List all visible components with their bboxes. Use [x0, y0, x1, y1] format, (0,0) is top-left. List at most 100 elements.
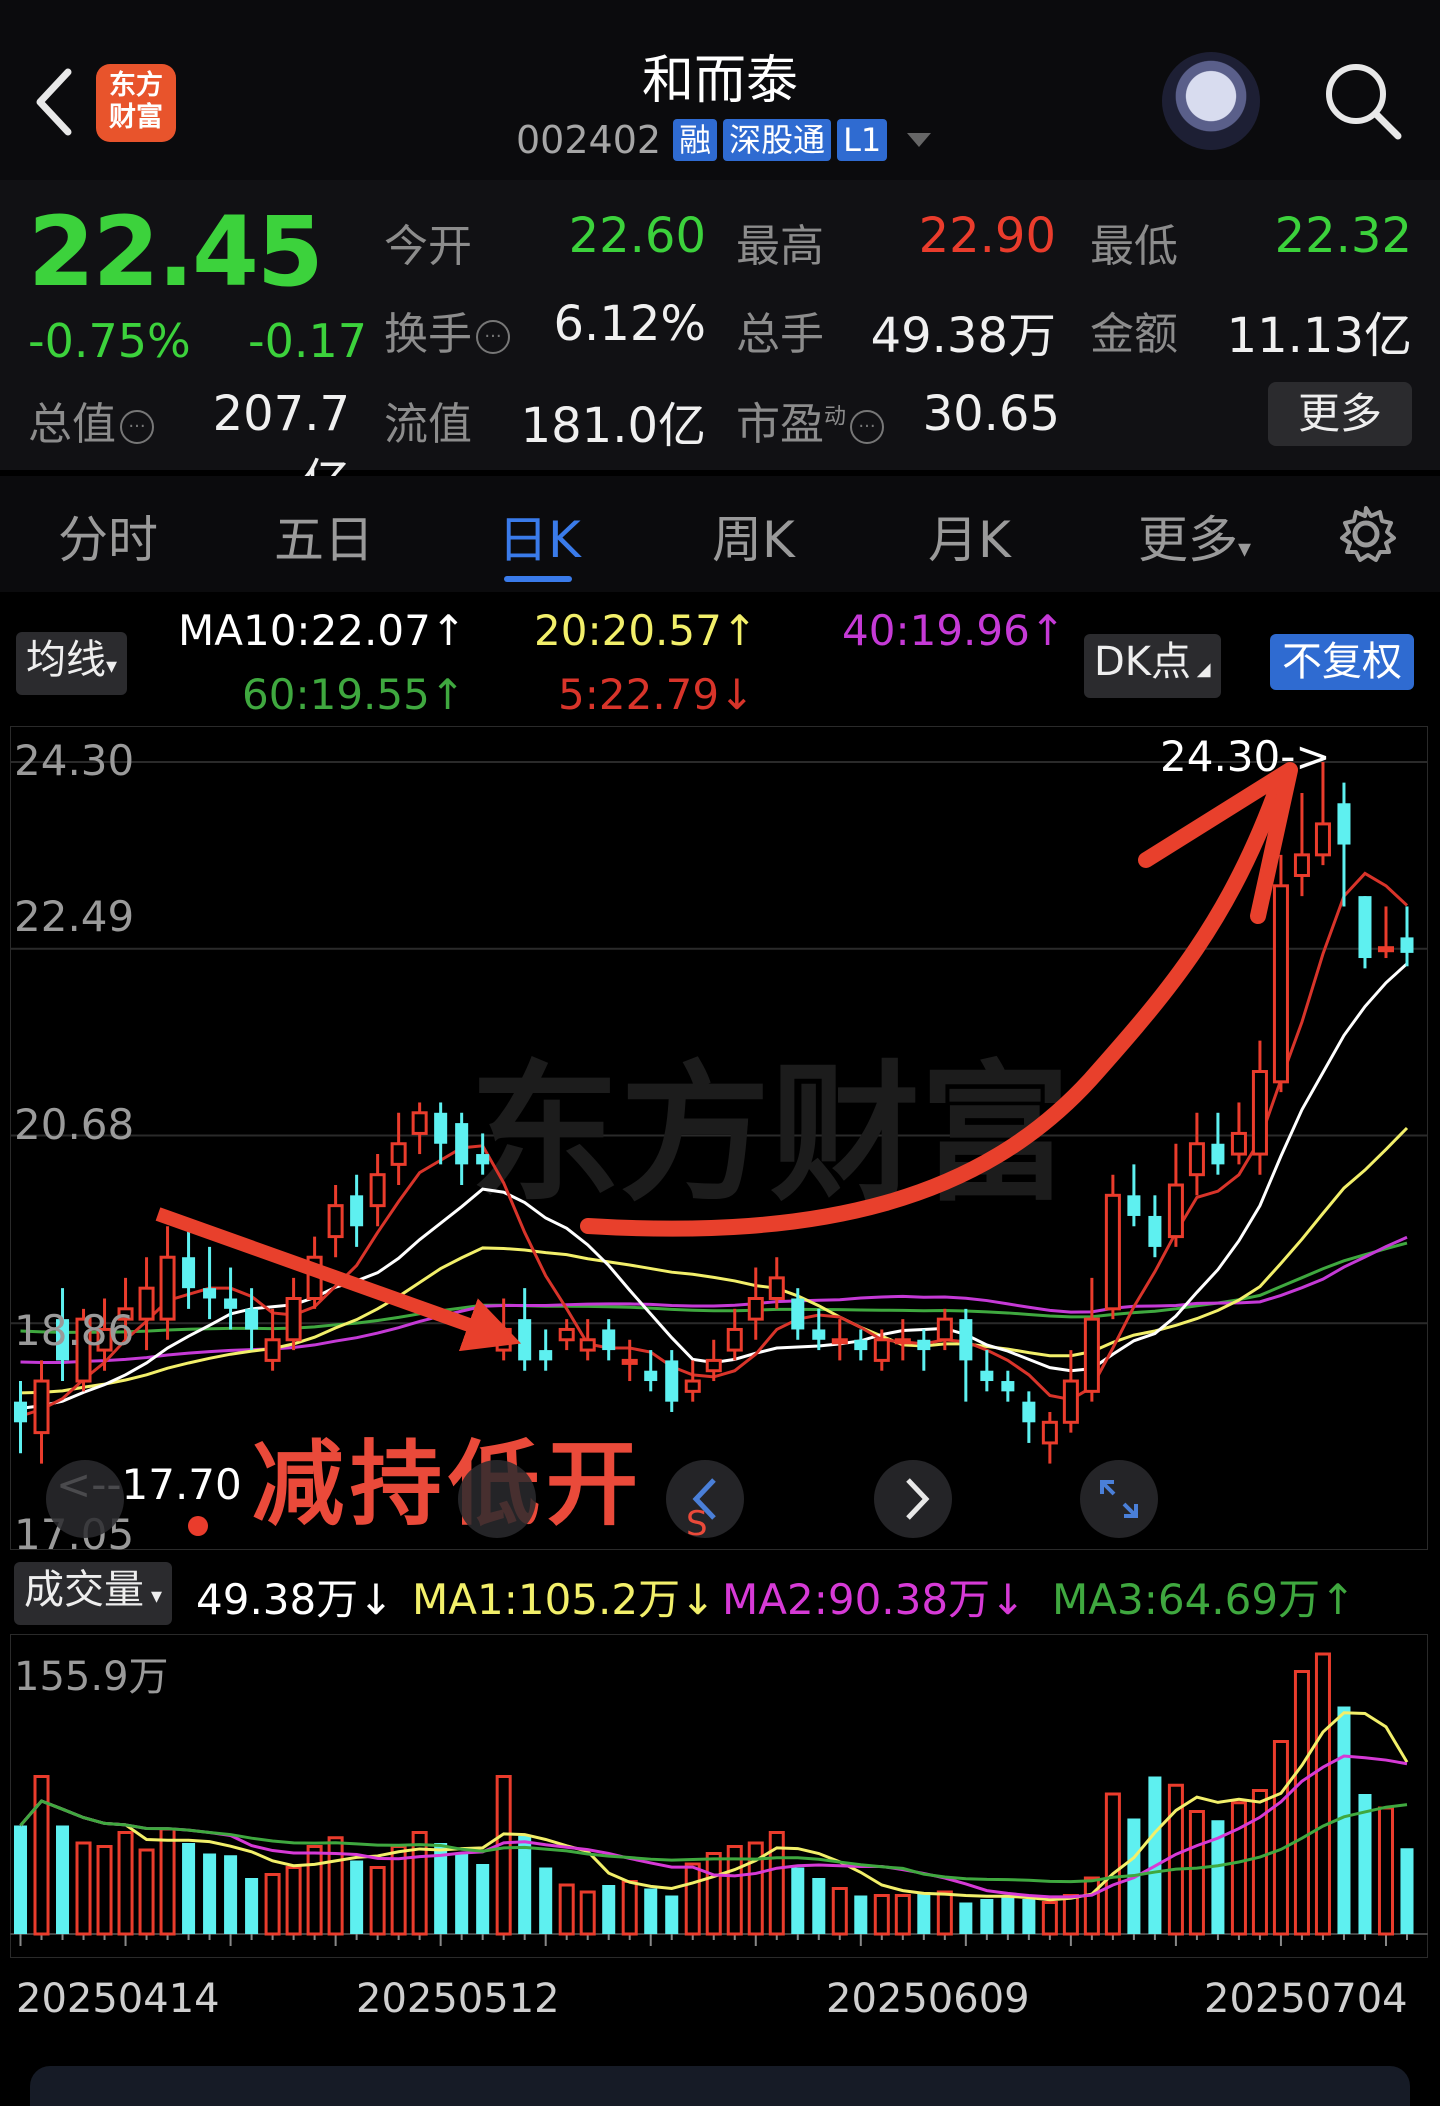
dk-point-button[interactable]: DK点 ◢ — [1084, 634, 1221, 698]
volume-bar-up — [1272, 1740, 1289, 1936]
ma40-value: 40:19.96↑ — [842, 606, 1066, 655]
corner-triangle-icon: ◢ — [1191, 659, 1211, 680]
low-value: 22.32 — [1274, 208, 1412, 264]
back-arrow-icon[interactable] — [28, 62, 80, 142]
ma-selector[interactable]: 均线▾ — [16, 632, 128, 695]
mcap-label[interactable]: 总值 ··· — [28, 388, 154, 452]
volume-bar-down — [812, 1878, 826, 1934]
turnover-value: 6.12% — [553, 296, 706, 352]
amount-label: 金额 — [1090, 309, 1178, 360]
dropdown-icon — [907, 133, 932, 147]
volume-bar-down — [1022, 1899, 1036, 1934]
active-tab-indicator — [504, 576, 572, 582]
info-icon: ··· — [476, 320, 510, 354]
chart-zoom-in-button[interactable] — [458, 1460, 536, 1538]
volume-bar-up — [1104, 1792, 1121, 1936]
settings-gear-icon[interactable] — [1336, 504, 1396, 564]
volume-bar-down — [980, 1899, 994, 1934]
volume-bar-up — [285, 1866, 302, 1936]
volume-bar-up — [831, 1887, 848, 1936]
assistant-robot-icon[interactable] — [1162, 52, 1260, 150]
date-label: 20250609 — [826, 1976, 1030, 2022]
down-arrow-annotation — [155, 1207, 522, 1352]
volume-bar-up — [936, 1890, 953, 1936]
tab-monthly-k[interactable]: 月K — [928, 500, 1011, 572]
volume-bar-down — [959, 1902, 973, 1934]
volume-bar-down — [518, 1836, 532, 1934]
volume-bar-down — [56, 1825, 70, 1934]
more-quote-button[interactable]: 更多 — [1268, 382, 1412, 446]
float-value: 181.0亿 — [520, 398, 706, 454]
high-label: 最高 — [736, 221, 824, 272]
float-label: 流值 — [384, 399, 472, 450]
tab-five-day[interactable]: 五日 — [274, 500, 374, 572]
volume-bar-down — [665, 1895, 679, 1934]
page-dot — [188, 1516, 208, 1536]
volume-bar-down — [203, 1853, 217, 1934]
volume-chart[interactable] — [10, 1634, 1428, 1958]
ma5-value: 5:22.79↓ — [558, 670, 755, 719]
volume-bar-up — [705, 1852, 722, 1936]
volume-label: 总手 — [736, 309, 824, 360]
date-label: 20250414 — [16, 1976, 220, 2022]
volume-selector-label: 成交量 — [24, 1567, 144, 1613]
turnover-label-text: 换手 — [384, 309, 472, 360]
ma10-value: MA10:22.07↑ — [178, 606, 466, 655]
volume-bar-up — [138, 1848, 155, 1936]
chart-zoom-out-button[interactable] — [46, 1460, 124, 1538]
open-value: 22.60 — [568, 208, 706, 264]
tab-daily-k[interactable]: 日K — [498, 500, 581, 572]
annotation-arrows — [155, 762, 1298, 1352]
caret-down-icon: ▾ — [1238, 534, 1252, 564]
bottom-panel-edge — [30, 2066, 1410, 2106]
volume-bar-down — [854, 1895, 868, 1934]
pe-label[interactable]: 市盈动 ··· — [736, 388, 885, 452]
volume-bar-up — [1377, 1806, 1394, 1936]
volume-bar-up — [873, 1894, 890, 1936]
pe-value: 30.65 — [922, 386, 1060, 442]
vol-ma2: MA2:90.38万↓ — [722, 1575, 1026, 1624]
volume-bar-up — [1041, 1901, 1058, 1936]
volume-bar-down — [455, 1853, 469, 1934]
change-percent: -0.75% — [28, 314, 191, 368]
volume-bar-up — [1251, 1789, 1268, 1936]
volume-bar-up — [96, 1845, 113, 1936]
expand-icon — [1100, 1480, 1138, 1518]
sell-marker: S — [686, 1504, 708, 1544]
volume-bar-down — [791, 1867, 805, 1934]
volume-bar-up — [1062, 1894, 1079, 1936]
mcap-label-text: 总值 — [28, 399, 116, 450]
volume-bar-up — [117, 1831, 134, 1936]
volume-axis-max: 155.9万 — [14, 1654, 169, 1700]
date-label: 20250512 — [356, 1976, 560, 2022]
tab-weekly-k[interactable]: 周K — [712, 500, 795, 572]
vol-ma1: MA1:105.2万↓ — [412, 1575, 716, 1624]
volume-selector[interactable]: 成交量 ▾ — [14, 1562, 173, 1625]
ma-selector-label: 均线 — [26, 637, 106, 683]
stock-name: 和而泰 — [641, 51, 798, 111]
stock-code-line[interactable]: 002402 融 深股通 L1 — [516, 118, 932, 162]
turnover-label[interactable]: 换手 ··· — [384, 298, 510, 362]
tab-intraday[interactable]: 分时 — [58, 500, 158, 572]
info-icon: ··· — [850, 410, 885, 444]
open-label: 今开 — [384, 221, 472, 272]
volume-bar-up — [306, 1845, 323, 1936]
volume-value: 49.38万↓ — [196, 1575, 394, 1624]
high-value: 22.90 — [918, 208, 1056, 264]
volume-bar-up — [75, 1841, 92, 1936]
search-icon[interactable] — [1320, 58, 1404, 142]
volume-bar-down — [1400, 1848, 1414, 1934]
caret-down-icon: ▾ — [106, 654, 118, 679]
volume-bar-down — [539, 1867, 553, 1934]
amount-value: 11.13亿 — [1226, 308, 1412, 364]
vol-ma3: MA3:64.69万↑ — [1052, 1575, 1356, 1624]
app-logo[interactable]: 东方 财富 — [96, 64, 176, 142]
adjust-toggle[interactable]: 不复权 — [1270, 634, 1414, 690]
volume-bar-up — [579, 1890, 596, 1936]
volume-bar-up — [1083, 1876, 1100, 1936]
volume-bar-down — [476, 1864, 490, 1934]
tag-sz-connect: 深股通 — [723, 119, 832, 161]
volume-bar-up — [495, 1775, 512, 1936]
info-icon: ··· — [120, 410, 154, 444]
tab-more[interactable]: 更多▾ — [1138, 500, 1251, 572]
